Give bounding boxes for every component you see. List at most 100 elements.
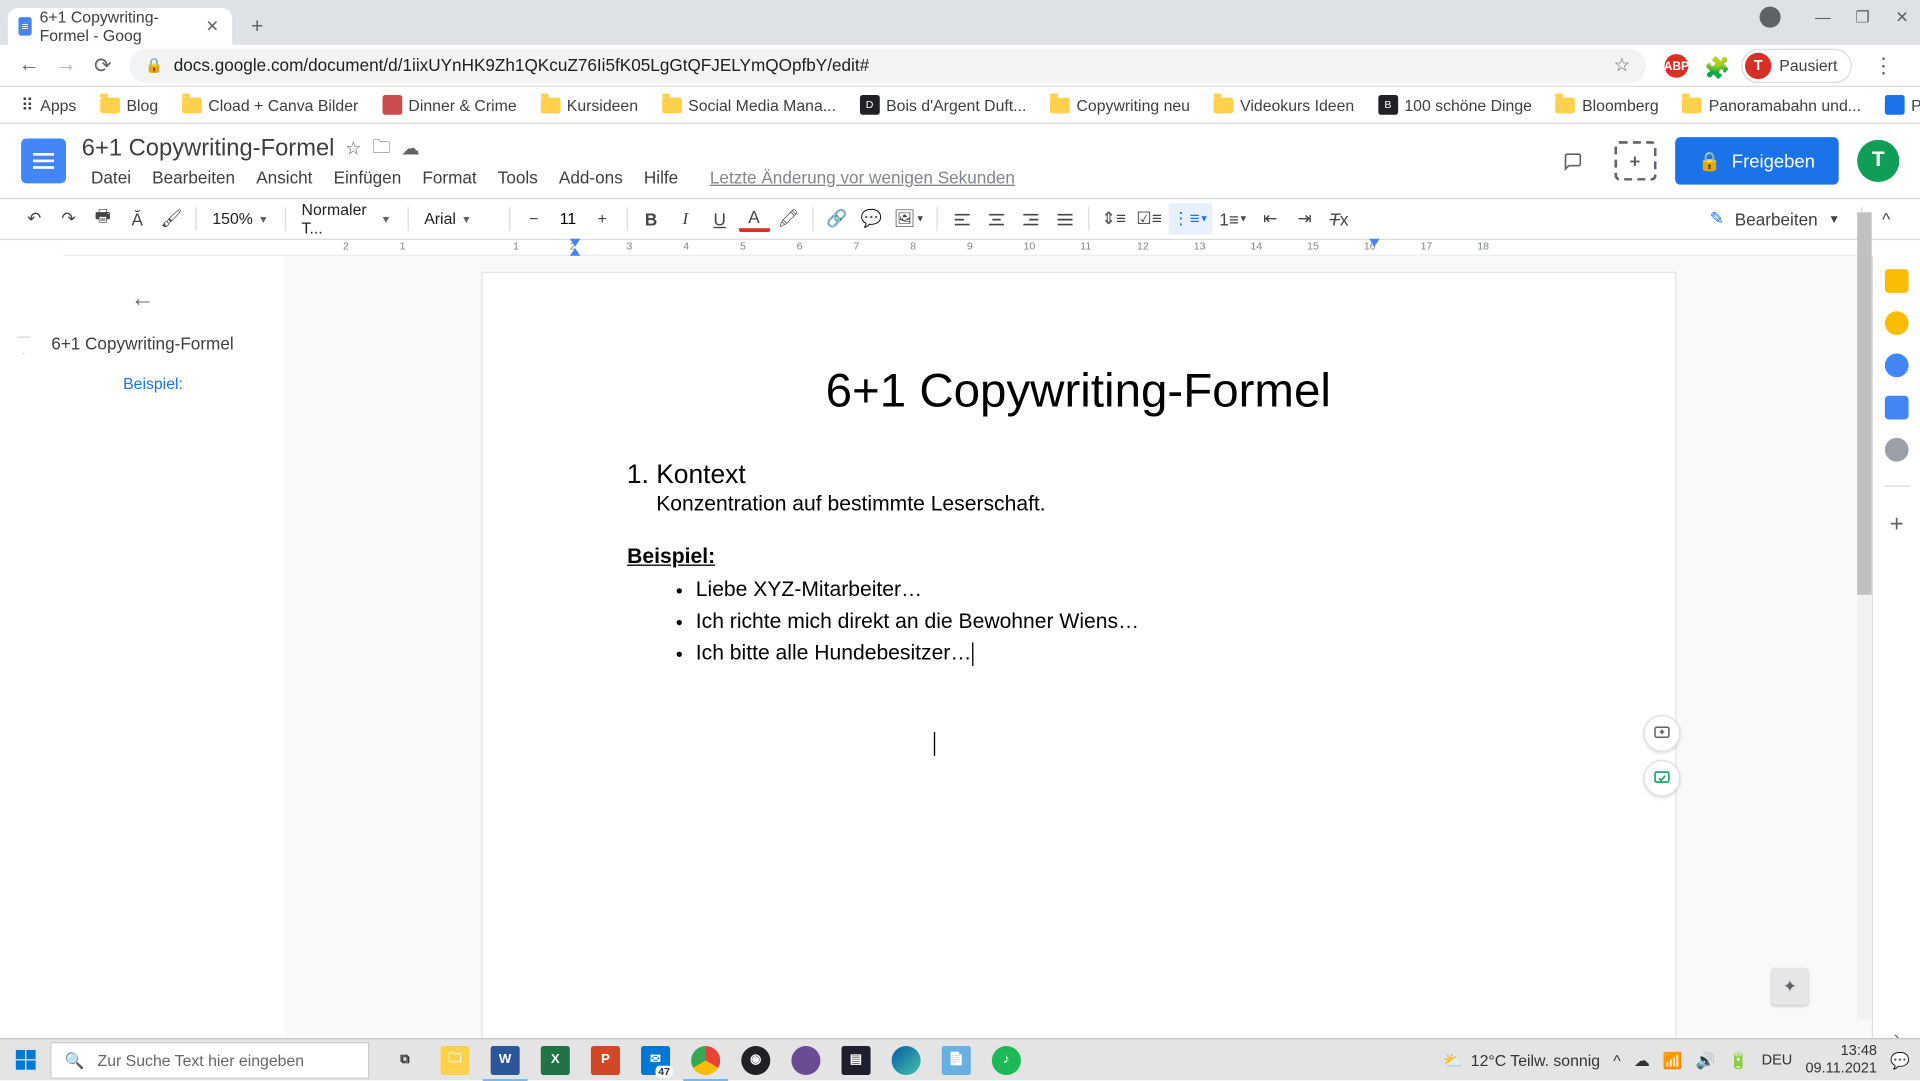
clear-formatting-button[interactable]: Tx [1323,203,1355,235]
menu-insert[interactable]: Einfügen [324,164,410,189]
share-button[interactable]: 🔒 Freigeben [1674,137,1838,184]
obs-icon[interactable]: ◉ [731,1039,781,1081]
bookmark-item[interactable]: DBois d'Argent Duft... [852,95,1034,115]
keep-addon-icon[interactable] [1885,311,1909,335]
contacts-addon-icon[interactable] [1885,396,1909,420]
back-button[interactable]: ← [11,47,48,84]
italic-button[interactable]: I [670,203,702,235]
language-indicator[interactable]: DEU [1762,1052,1793,1068]
excel-icon[interactable]: X [530,1039,580,1081]
insert-comment-button[interactable]: 💬 [856,203,888,235]
last-edit-link[interactable]: Letzte Änderung vor wenigen Sekunden [701,164,1025,189]
redo-button[interactable]: ↷ [53,203,85,235]
menu-view[interactable]: Ansicht [247,164,322,189]
mail-icon[interactable]: ✉47 [630,1039,680,1081]
align-center-button[interactable] [980,203,1012,235]
new-tab-button[interactable]: + [240,11,274,45]
line-spacing-button[interactable]: ⇕≡ [1098,203,1130,235]
menu-edit[interactable]: Bearbeiten [143,164,244,189]
horizontal-ruler[interactable]: 21 123 456 789 101112 131415 161718 [63,240,1871,256]
weather-widget[interactable]: ⛅ 12°C Teilw. sonnig [1443,1051,1600,1069]
undo-button[interactable]: ↶ [18,203,50,235]
bulleted-list-button[interactable]: ⋮≡▼ [1168,203,1212,235]
decrease-font-button[interactable]: − [518,203,550,235]
left-indent-marker[interactable] [570,248,581,256]
menu-format[interactable]: Format [413,164,486,189]
maps-addon-icon[interactable] [1885,438,1909,462]
align-justify-button[interactable] [1049,203,1081,235]
get-addons-button[interactable]: + [1890,510,1904,538]
account-avatar[interactable]: T [1857,140,1899,182]
bookmark-item[interactable]: Panoramabahn und... [1674,96,1868,114]
start-button[interactable] [0,1039,50,1081]
bookmark-item[interactable]: Praktikum Projektm... [1877,95,1920,115]
doc-heading-1[interactable]: 6+1 Copywriting-Formel [627,363,1529,418]
meet-present-button[interactable] [1614,141,1656,181]
increase-indent-button[interactable]: ⇥ [1289,203,1321,235]
insert-image-button[interactable]: 🖼▼ [890,203,929,235]
cloud-status-icon[interactable]: ☁ [401,137,419,159]
bookmark-item[interactable]: Videokurs Ideen [1206,96,1362,114]
move-doc-icon[interactable]: 🗀 [372,133,390,165]
bookmark-item[interactable]: Kursideen [532,96,645,114]
minimize-button[interactable]: — [1804,0,1841,34]
calendar-addon-icon[interactable] [1885,269,1909,293]
url-input[interactable]: 🔒 docs.google.com/document/d/1iixUYnHK9Z… [129,48,1646,82]
app-icon[interactable] [781,1039,831,1081]
onedrive-icon[interactable]: ☁ [1634,1051,1650,1069]
tasks-addon-icon[interactable] [1885,353,1909,377]
suggest-edits-button[interactable] [1643,760,1680,797]
maximize-button[interactable]: ❐ [1844,0,1881,34]
profile-button[interactable]: T Pausiert [1741,48,1852,82]
insert-link-button[interactable]: 🔗 [821,203,853,235]
edge-icon[interactable] [881,1039,931,1081]
add-comment-button[interactable] [1643,715,1680,752]
bookmark-item[interactable]: Copywriting neu [1042,96,1198,114]
doc-title[interactable]: 6+1 Copywriting-Formel [82,135,335,163]
checklist-button[interactable]: ☑≡ [1132,203,1165,235]
outline-item[interactable]: Beispiel: [102,367,183,401]
bookmark-item[interactable]: B100 schöne Dinge [1370,95,1540,115]
extensions-icon[interactable]: 🧩 [1704,55,1725,76]
first-line-indent-marker[interactable] [570,239,581,247]
file-explorer-icon[interactable]: 🗀 [430,1039,480,1081]
menu-addons[interactable]: Add-ons [550,164,632,189]
font-size-input[interactable]: 11 [550,210,587,228]
list-item[interactable]: Ich bitte alle Hundebesitzer… [696,638,1530,670]
tray-overflow-icon[interactable]: ^ [1613,1051,1620,1069]
menu-tools[interactable]: Tools [489,164,548,189]
star-doc-icon[interactable]: ☆ [345,137,362,159]
forward-button[interactable]: → [47,47,84,84]
right-indent-marker[interactable] [1369,239,1380,247]
bookmark-star-icon[interactable]: ☆ [1614,54,1631,76]
zoom-dropdown[interactable]: 150%▼ [204,210,276,228]
paint-format-button[interactable]: 🖌 [156,203,188,235]
bookmark-item[interactable]: Bloomberg [1548,96,1667,114]
paragraph-style-dropdown[interactable]: Normaler T...▼ [294,200,400,237]
editing-mode-dropdown[interactable]: ✎ Bearbeiten ▼ [1697,208,1854,229]
bold-button[interactable]: B [635,203,667,235]
apps-shortcut[interactable]: ⠿Apps [13,94,84,115]
list-item[interactable]: Kontext [656,460,1529,490]
task-view-button[interactable]: ⧉ [380,1039,430,1081]
spellcheck-button[interactable]: Ă [121,203,153,235]
decrease-indent-button[interactable]: ⇤ [1255,203,1287,235]
battery-icon[interactable]: 🔋 [1729,1051,1749,1069]
taskbar-search[interactable]: 🔍 Zur Suche Text hier eingeben [50,1041,369,1078]
network-icon[interactable]: 📶 [1663,1051,1683,1069]
browser-tab[interactable]: ≡ 6+1 Copywriting-Formel - Goog ✕ [8,8,232,45]
outline-heading[interactable]: 6+1 Copywriting-Formel [51,326,233,362]
close-tab-icon[interactable]: ✕ [206,17,219,35]
abp-extension-icon[interactable]: ABP [1665,53,1689,77]
explore-button[interactable]: ✦ [1771,968,1808,1005]
scrollbar-thumb[interactable] [1857,212,1872,595]
bookmark-item[interactable]: Dinner & Crime [374,95,524,115]
notepad-icon[interactable]: 📄 [931,1039,981,1081]
increase-font-button[interactable]: + [586,203,618,235]
bookmark-item[interactable]: Cload + Canva Bilder [174,96,366,114]
powerpoint-icon[interactable]: P [580,1039,630,1081]
collapse-toolbar-button[interactable]: ^ [1870,203,1902,235]
notifications-icon[interactable]: 💬 [1890,1051,1910,1069]
numbered-list-button[interactable]: 1≡▼ [1215,203,1252,235]
close-outline-icon[interactable]: ← [131,277,155,326]
